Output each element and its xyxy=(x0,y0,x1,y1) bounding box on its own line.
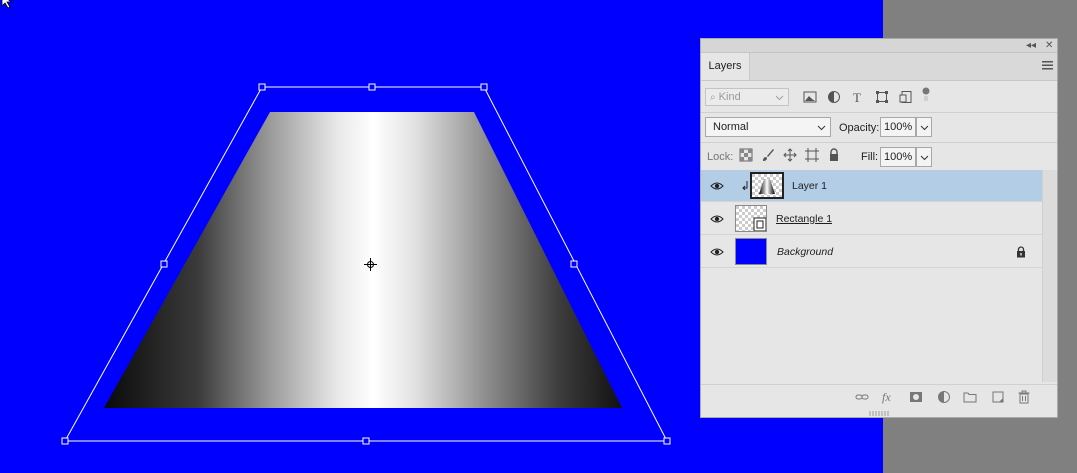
layer-name[interactable]: Rectangle 1 xyxy=(776,213,832,225)
chevron-down-icon xyxy=(817,125,826,131)
tab-layers[interactable]: Layers xyxy=(701,53,750,80)
opacity-dropdown-button[interactable] xyxy=(916,117,932,137)
layer-name[interactable]: Layer 1 xyxy=(792,180,827,192)
smart-object-filter-icon[interactable] xyxy=(899,90,913,104)
blend-mode-value: Normal xyxy=(713,121,749,133)
thumbnail-image xyxy=(736,206,767,232)
svg-text:T: T xyxy=(853,90,861,104)
type-layer-filter-icon[interactable]: T xyxy=(851,90,865,104)
lock-row: Lock: Fill: 100% xyxy=(701,142,1057,171)
layer-filter-row: ⌕ Kind T xyxy=(701,86,1057,113)
adjustment-layer-filter-icon[interactable] xyxy=(827,90,841,104)
collapse-panel-icon[interactable]: ◂◂ xyxy=(1026,39,1036,52)
layer-thumbnail[interactable] xyxy=(735,238,767,265)
opacity-label: Opacity: xyxy=(839,122,880,134)
thumbnail-image xyxy=(752,174,782,197)
layer-thumbnail[interactable] xyxy=(750,172,784,199)
filter-kind-select[interactable]: ⌕ Kind xyxy=(705,88,789,106)
pixel-layer-filter-icon[interactable] xyxy=(803,90,817,104)
lock-transparent-pixels-icon[interactable] xyxy=(739,148,753,162)
opacity-input[interactable]: 100% xyxy=(880,117,916,137)
panel-menu-icon[interactable] xyxy=(1042,60,1053,71)
layers-scrollbar[interactable] xyxy=(1042,170,1057,382)
fill-label: Fill: xyxy=(861,151,879,163)
panel-resize-grip[interactable] xyxy=(869,411,889,416)
new-group-folder-icon[interactable] xyxy=(963,390,977,404)
fill-dropdown-button[interactable] xyxy=(916,147,932,167)
layer-lock-icon xyxy=(1017,246,1025,258)
chevron-down-icon xyxy=(775,95,784,101)
layer-row-background[interactable]: Background xyxy=(701,236,1042,268)
layer-style-fx-icon[interactable]: fx xyxy=(881,390,895,404)
new-layer-icon[interactable] xyxy=(991,390,1005,404)
layers-panel: ◂◂ ✕ Layers ⌕ Kind T Normal Opacity: 100… xyxy=(700,38,1058,418)
chevron-down-icon xyxy=(920,125,929,131)
visibility-eye-icon[interactable] xyxy=(710,214,724,224)
layer-row-layer-1[interactable]: Layer 1 xyxy=(701,170,1042,202)
lock-position-icon[interactable] xyxy=(783,148,797,162)
layers-list: Layer 1 Rectangle 1 Background xyxy=(701,170,1042,382)
visibility-eye-icon[interactable] xyxy=(710,181,724,191)
lock-image-pixels-icon[interactable] xyxy=(761,148,775,162)
add-mask-icon[interactable] xyxy=(909,390,923,404)
panel-title-bar[interactable]: ◂◂ ✕ xyxy=(701,39,1057,53)
fill-input[interactable]: 100% xyxy=(880,147,916,167)
mouse-cursor-icon xyxy=(1,0,13,9)
panel-footer: fx xyxy=(701,384,1057,409)
clipping-mask-arrow-icon xyxy=(742,181,748,190)
search-icon: ⌕ xyxy=(710,92,716,103)
layer-row-rectangle-1[interactable]: Rectangle 1 xyxy=(701,203,1042,235)
lock-artboard-icon[interactable] xyxy=(805,148,819,162)
close-panel-icon[interactable]: ✕ xyxy=(1045,39,1053,52)
filter-toggle-icon[interactable] xyxy=(921,87,935,101)
blend-mode-select[interactable]: Normal xyxy=(705,117,831,137)
visibility-eye-icon[interactable] xyxy=(710,247,724,257)
trapezoid-gradient-shape[interactable] xyxy=(104,112,622,408)
panel-tab-row: Layers xyxy=(701,53,1057,81)
new-adjustment-layer-icon[interactable] xyxy=(937,390,951,404)
svg-text:fx: fx xyxy=(882,390,891,404)
layer-thumbnail[interactable] xyxy=(735,205,767,232)
lock-label: Lock: xyxy=(707,151,734,163)
link-layers-icon[interactable] xyxy=(855,390,869,404)
shape-layer-filter-icon[interactable] xyxy=(875,90,889,104)
chevron-down-icon xyxy=(920,155,929,161)
delete-layer-trash-icon[interactable] xyxy=(1017,390,1031,404)
filter-kind-label: Kind xyxy=(718,91,741,103)
lock-all-icon[interactable] xyxy=(827,148,841,162)
blend-row: Normal Opacity: 100% xyxy=(701,114,1057,140)
layer-name[interactable]: Background xyxy=(777,246,833,258)
